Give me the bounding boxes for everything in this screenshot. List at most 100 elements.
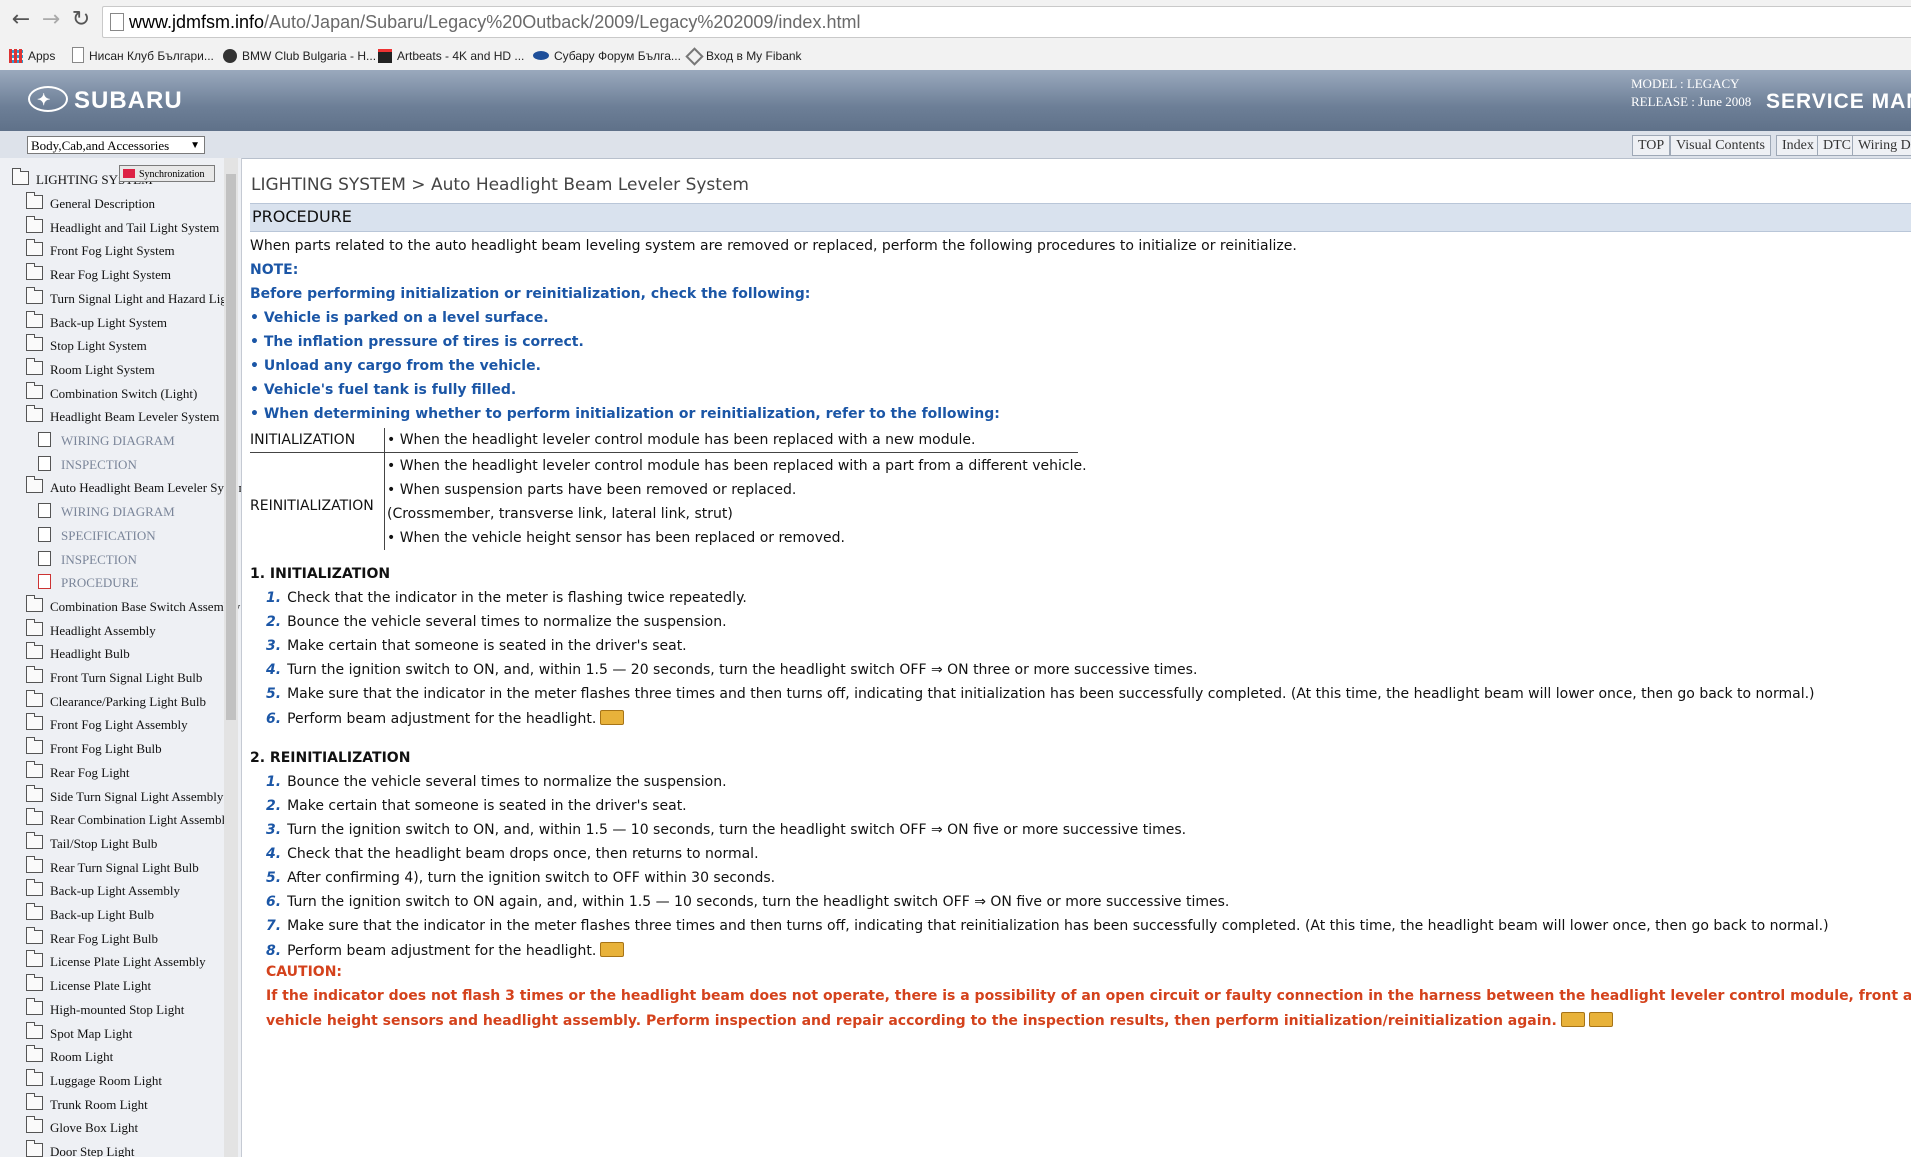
folder-icon	[26, 855, 43, 873]
sidebar-tree-item[interactable]: Headlight Bulb	[26, 642, 130, 664]
sidebar-tree-item[interactable]: License Plate Light Assembly	[26, 950, 206, 972]
category-select[interactable]: Body,Cab,and Accessories ▼	[27, 136, 205, 154]
sidebar-tree-item[interactable]: Clearance/Parking Light Bulb	[26, 689, 206, 712]
bookmark-bmw[interactable]: BMW Club Bulgaria - H...	[223, 46, 376, 66]
sidebar-tree-label: Rear Fog Light System	[50, 267, 171, 283]
address-text: www.jdmfsm.info/Auto/Japan/Subaru/Legacy…	[129, 12, 860, 33]
link-icon[interactable]	[1560, 1012, 1585, 1027]
sidebar-tree-item[interactable]: Back-up Light System	[26, 310, 167, 333]
sidebar-scroll-thumb[interactable]	[226, 174, 236, 720]
sidebar-tree-item[interactable]: Door Step Light	[26, 1140, 135, 1157]
sidebar-tree-item[interactable]: Rear Fog Light Bulb	[26, 926, 158, 949]
sidebar-tree-item[interactable]: PROCEDURE	[38, 573, 138, 593]
sidebar-tree-item[interactable]: Combination Switch (Light)	[26, 381, 198, 404]
tab-wiring-diagram[interactable]: Wiring D	[1852, 135, 1911, 156]
sidebar-tree-item[interactable]: Stop Light System	[26, 334, 147, 356]
tab-index[interactable]: Index	[1776, 135, 1820, 156]
sidebar-tree-item[interactable]: Luggage Room Light	[26, 1068, 162, 1091]
sidebar-tree-item[interactable]: WIRING DIAGRAM	[38, 431, 175, 451]
address-bar[interactable]: www.jdmfsm.info/Auto/Japan/Subaru/Legacy…	[102, 6, 1911, 38]
folder-icon	[26, 1045, 43, 1063]
link-icon[interactable]	[600, 942, 625, 957]
tab-visual-contents[interactable]: Visual Contents	[1670, 135, 1771, 156]
sidebar-tree-label: Luggage Room Light	[50, 1072, 162, 1088]
sidebar-tree-item[interactable]: Front Turn Signal Light Bulb	[26, 666, 202, 688]
sidebar-tree-item[interactable]: Rear Combination Light Assembly	[26, 808, 232, 830]
tab-dtc[interactable]: DTC	[1817, 135, 1857, 156]
sidebar-tree-item[interactable]: Glove Box Light	[26, 1116, 138, 1138]
bookmarks-bar: Apps Нисан Клуб Българи... BMW Club Bulg…	[0, 42, 1911, 70]
sidebar-tree-label: SPECIFICATION	[61, 527, 156, 543]
sidebar-tree-item[interactable]: Tail/Stop Light Bulb	[26, 831, 157, 854]
link-icon[interactable]	[600, 710, 625, 725]
sidebar-tree-item[interactable]: Room Light	[26, 1045, 113, 1067]
sidebar-tree-label: Back-up Light System	[50, 314, 167, 330]
sidebar-tree-item[interactable]: Rear Turn Signal Light Bulb	[26, 855, 199, 878]
sidebar-tree-item[interactable]: WIRING DIAGRAM	[38, 502, 175, 522]
reload-icon[interactable]: ↻	[68, 6, 94, 34]
sidebar-tree-item[interactable]: Rear Fog Light System	[26, 263, 171, 285]
step-text: After confirming 4), turn the ignition s…	[287, 870, 776, 886]
apps-grid-icon	[9, 49, 23, 63]
folder-icon	[26, 1068, 43, 1086]
step-item: 5. After confirming 4), turn the ignition…	[266, 870, 775, 886]
bookmark-artbeats[interactable]: Artbeats - 4K and HD ...	[378, 46, 524, 66]
sidebar-tree-item[interactable]: Combination Base Switch Assembly	[26, 594, 240, 617]
sidebar-tree-label: Rear Combination Light Assembly	[50, 812, 232, 828]
sidebar-tree: LIGHTING SYSTEM General Description Headl…	[0, 158, 242, 1157]
folder-icon	[26, 950, 43, 968]
subaru-star-icon	[28, 84, 68, 118]
link-icon[interactable]	[1588, 1012, 1613, 1027]
sidebar-tree-item[interactable]: Back-up Light Bulb	[26, 903, 154, 925]
sidebar-tree-item[interactable]: Back-up Light Assembly	[26, 879, 180, 901]
sidebar-tree-label: Combination Switch (Light)	[50, 385, 198, 401]
sidebar-tree-item[interactable]: Trunk Room Light	[26, 1092, 148, 1115]
sidebar-tree-item[interactable]: Headlight Assembly	[26, 618, 156, 641]
bookmark-nissan[interactable]: Нисан Клуб Българи...	[72, 46, 214, 66]
step-number: 4.	[266, 846, 282, 862]
synchronization-button[interactable]: Synchronization	[119, 165, 215, 182]
folder-icon	[26, 974, 43, 992]
step-text: Make certain that someone is seated in t…	[287, 638, 687, 654]
table-reinit-line: • When the headlight leveler control mod…	[387, 458, 1087, 474]
bookmark-apps[interactable]: Apps	[9, 46, 55, 66]
sidebar-tree-label: Back-up Light Assembly	[50, 883, 180, 899]
sidebar-tree-item[interactable]: INSPECTION	[38, 455, 137, 475]
chevron-down-icon: ▼	[190, 140, 200, 151]
folder-icon	[26, 618, 43, 636]
folder-icon	[12, 168, 29, 185]
service-manual-title: SERVICE MAN	[1766, 90, 1911, 113]
release-label: RELEASE : June 2008	[1631, 94, 1752, 109]
sidebar-tree-item[interactable]: Side Turn Signal Light Assembly	[26, 784, 223, 807]
browser-chrome: ← → ↻ www.jdmfsm.info/Auto/Japan/Subaru/…	[0, 0, 1911, 71]
sidebar-tree-item[interactable]: General Description	[26, 192, 155, 214]
sidebar-tree-item[interactable]: SPECIFICATION	[38, 526, 156, 546]
folder-icon	[26, 642, 43, 660]
note-item: • Unload any cargo from the vehicle.	[250, 358, 541, 374]
sidebar-tree-item[interactable]: INSPECTION	[38, 550, 137, 570]
sidebar-tree-item[interactable]: Front Fog Light System	[26, 239, 175, 261]
sidebar-tree-label: Stop Light System	[50, 338, 147, 354]
sidebar-tree-item[interactable]: Spot Map Light	[26, 1021, 132, 1044]
document-icon	[38, 574, 51, 590]
sidebar-tree-item[interactable]: Headlight Beam Leveler System	[26, 405, 219, 427]
sidebar-tree-item[interactable]: Front Fog Light Assembly	[26, 713, 188, 735]
bookmark-subaru-forum[interactable]: Субару Форум Бълга...	[533, 46, 681, 66]
url-domain: www.jdmfsm.info	[129, 12, 265, 32]
sidebar-tree-item[interactable]: Headlight and Tail Light System	[26, 215, 219, 238]
forward-arrow-icon[interactable]: →	[38, 6, 64, 34]
sidebar-tree-item[interactable]: Turn Signal Light and Hazard Light	[26, 286, 237, 309]
back-arrow-icon[interactable]: ←	[8, 6, 34, 34]
sidebar-tree-item[interactable]: Rear Fog Light	[26, 760, 129, 783]
bookmark-fibank[interactable]: Вход в My Fibank	[685, 46, 802, 66]
folder-icon	[26, 689, 43, 707]
tab-top[interactable]: TOP	[1632, 135, 1671, 156]
sidebar-tree-item[interactable]: High-mounted Stop Light	[26, 997, 184, 1020]
sidebar-tree-item[interactable]: Room Light System	[26, 357, 155, 380]
reinitialization-heading: 2. REINITIALIZATION	[250, 750, 411, 766]
step-text: Perform beam adjustment for the headligh…	[287, 711, 597, 727]
sidebar-tree-item[interactable]: License Plate Light	[26, 974, 151, 996]
sidebar-tree-item[interactable]: Auto Headlight Beam Leveler System	[26, 476, 241, 498]
sidebar-tree-item[interactable]: Front Fog Light Bulb	[26, 737, 162, 759]
step-text: Make certain that someone is seated in t…	[287, 798, 687, 814]
